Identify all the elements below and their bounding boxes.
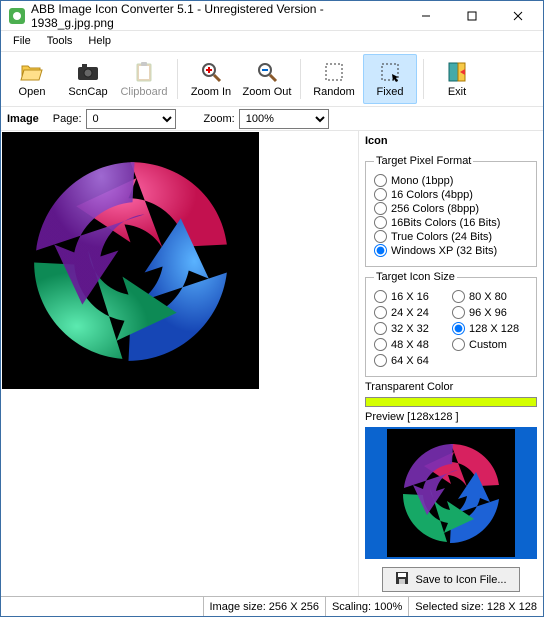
preview-canvas (387, 429, 515, 557)
scncap-button[interactable]: ScnCap (61, 54, 115, 104)
pixel-opt-5[interactable]: Windows XP (32 Bits) (374, 244, 528, 257)
save-label: Save to Icon File... (415, 574, 506, 586)
save-icon (395, 571, 409, 588)
pixel-opt-4[interactable]: True Colors (24 Bits) (374, 230, 528, 243)
zoom-label: Zoom: (204, 113, 235, 125)
pixel-opt-0[interactable]: Mono (1bpp) (374, 174, 528, 187)
clipboard-button: Clipboard (117, 54, 171, 104)
exit-button[interactable]: Exit (430, 54, 484, 104)
image-label: Image (7, 113, 39, 125)
statusbar: Image size: 256 X 256 Scaling: 100% Sele… (1, 596, 543, 616)
random-select-icon (322, 60, 346, 84)
status-empty (1, 597, 203, 616)
toolbar-separator (300, 59, 301, 99)
maximize-button[interactable] (449, 2, 495, 30)
preview-image (387, 429, 515, 557)
pixel-format-group: Target Pixel Format Mono (1bpp)16 Colors… (365, 155, 537, 267)
size-opt[interactable]: 80 X 80 (452, 290, 528, 303)
exit-icon (445, 60, 469, 84)
preview-box (365, 427, 537, 559)
zoomout-label: Zoom Out (243, 86, 292, 98)
exit-label: Exit (448, 86, 466, 98)
transparent-color-swatch[interactable] (365, 397, 537, 407)
size-opt[interactable]: 48 X 48 (374, 338, 450, 351)
zoomout-button[interactable]: Zoom Out (240, 54, 294, 104)
size-opt[interactable]: 16 X 16 (374, 290, 450, 303)
app-window: ABB Image Icon Converter 5.1 - Unregiste… (0, 0, 544, 617)
pixel-format-legend: Target Pixel Format (374, 155, 473, 167)
zoom-select[interactable]: 100% (239, 109, 329, 129)
size-opt[interactable]: 24 X 24 (374, 306, 450, 319)
transparent-label: Transparent Color (365, 381, 537, 393)
close-button[interactable] (495, 2, 541, 30)
icon-size-legend: Target Icon Size (374, 271, 457, 283)
zoomin-label: Zoom In (191, 86, 231, 98)
image-pane (1, 131, 358, 596)
page-label: Page: (53, 113, 82, 125)
status-selectedsize: Selected size: 128 X 128 (408, 597, 543, 616)
open-button[interactable]: Open (5, 54, 59, 104)
status-imagesize: Image size: 256 X 256 (203, 597, 325, 616)
preview-label: Preview [128x128 ] (365, 411, 537, 423)
status-scaling: Scaling: 100% (325, 597, 408, 616)
page-select[interactable]: 0 (86, 109, 176, 129)
clipboard-icon (132, 60, 156, 84)
folder-open-icon (20, 60, 44, 84)
loaded-image (2, 132, 259, 389)
icon-header: Icon (365, 135, 537, 147)
zoom-in-icon (199, 60, 223, 84)
size-opt[interactable]: Custom (452, 338, 528, 351)
zoom-out-icon (255, 60, 279, 84)
random-label: Random (313, 86, 355, 98)
pixel-opt-3[interactable]: 16Bits Colors (16 Bits) (374, 216, 528, 229)
minimize-button[interactable] (403, 2, 449, 30)
menu-tools[interactable]: Tools (41, 33, 79, 49)
pixel-opt-2[interactable]: 256 Colors (8bpp) (374, 202, 528, 215)
size-opt[interactable]: 32 X 32 (374, 322, 450, 335)
size-opt[interactable]: 96 X 96 (452, 306, 528, 319)
app-icon (9, 8, 25, 24)
fixed-label: Fixed (377, 86, 404, 98)
fixed-select-icon (378, 60, 402, 84)
size-opt[interactable]: 64 X 64 (374, 354, 450, 367)
camera-icon (76, 60, 100, 84)
save-button[interactable]: Save to Icon File... (382, 567, 519, 592)
menu-help[interactable]: Help (82, 33, 117, 49)
size-opt[interactable]: 128 X 128 (452, 322, 528, 335)
scncap-label: ScnCap (68, 86, 107, 98)
menu-file[interactable]: File (7, 33, 37, 49)
titlebar: ABB Image Icon Converter 5.1 - Unregiste… (1, 1, 543, 31)
content-area: Icon Target Pixel Format Mono (1bpp)16 C… (1, 131, 543, 596)
toolbar: Open ScnCap Clipboard Zoom In Zoom Out R… (1, 51, 543, 107)
fixed-button[interactable]: Fixed (363, 54, 417, 104)
icon-size-group: Target Icon Size 16 X 1680 X 8024 X 2496… (365, 271, 537, 377)
random-button[interactable]: Random (307, 54, 361, 104)
menubar: File Tools Help (1, 31, 543, 51)
toolbar-separator (177, 59, 178, 99)
clipboard-label: Clipboard (120, 86, 167, 98)
zoomin-button[interactable]: Zoom In (184, 54, 238, 104)
canvas[interactable] (2, 132, 259, 389)
toolbar-separator (423, 59, 424, 99)
pixel-opt-1[interactable]: 16 Colors (4bpp) (374, 188, 528, 201)
icon-pane: Icon Target Pixel Format Mono (1bpp)16 C… (358, 131, 543, 596)
open-label: Open (19, 86, 46, 98)
infobar: Image Page: 0 Zoom: 100% (1, 107, 543, 131)
window-title: ABB Image Icon Converter 5.1 - Unregiste… (31, 2, 403, 30)
